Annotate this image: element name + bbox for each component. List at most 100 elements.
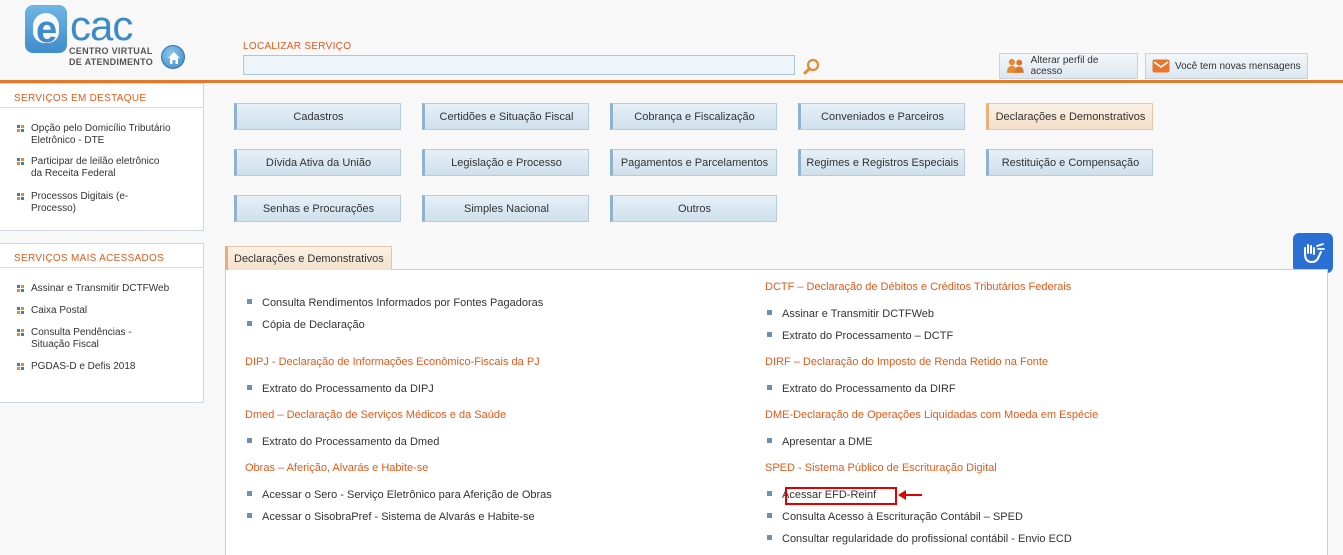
sidebar-item-label: Assinar e Transmitir DCTFWeb bbox=[31, 283, 170, 294]
link-consulta-sped[interactable]: Consulta Acesso à Escrituração Contábil … bbox=[767, 511, 1023, 523]
logo-subtitle-line2: DE ATENDIMENTO bbox=[69, 57, 154, 67]
header: e cac CENTRO VIRTUAL DE ATENDIMENTO LOCA… bbox=[0, 0, 1343, 82]
grid-bullet-icon bbox=[17, 158, 25, 166]
divider bbox=[0, 267, 204, 268]
link-label: Acessar o Sero - Serviço Eletrônico para… bbox=[262, 489, 552, 501]
category-conveniados[interactable]: Conveniados e Parceiros bbox=[798, 103, 965, 130]
category-senhas[interactable]: Senhas e Procurações bbox=[234, 195, 401, 222]
panel-tab: Declarações e Demonstrativos bbox=[225, 246, 392, 270]
category-legislacao[interactable]: Legislação e Processo bbox=[422, 149, 589, 176]
most-accessed-box: SERVIÇOS MAIS ACESSADOS Assinar e Transm… bbox=[0, 243, 204, 403]
grid-bullet-icon bbox=[17, 307, 25, 315]
messages-button[interactable]: Você tem novas mensagens bbox=[1145, 53, 1308, 79]
sidebar-item-processos[interactable]: Processos Digitais (e- Processo) bbox=[17, 191, 197, 215]
link-consulta-rendimentos[interactable]: Consulta Rendimentos Informados por Font… bbox=[247, 297, 543, 309]
sidebar-item-label: PGDAS-D e Defis 2018 bbox=[31, 361, 136, 372]
sidebar-item-dte[interactable]: Opção pelo Domicílio Tributário Eletrônic… bbox=[17, 123, 197, 147]
sidebar-item-label: Consulta Pendências - Situação Fiscal bbox=[31, 327, 132, 350]
link-extrato-dirf[interactable]: Extrato do Processamento da DIRF bbox=[767, 383, 956, 395]
link-label: Extrato do Processamento – DCTF bbox=[782, 330, 954, 342]
bullet-icon bbox=[247, 512, 252, 518]
category-cadastros[interactable]: Cadastros bbox=[234, 103, 401, 130]
link-extrato-dctf[interactable]: Extrato do Processamento – DCTF bbox=[767, 330, 953, 342]
change-profile-button[interactable]: Alterar perfil de acesso bbox=[999, 53, 1138, 79]
divider bbox=[0, 107, 204, 108]
sidebar-item-dctfweb[interactable]: Assinar e Transmitir DCTFWeb bbox=[17, 283, 197, 295]
link-label: Apresentar a DME bbox=[782, 436, 873, 448]
accessibility-button[interactable] bbox=[1293, 233, 1333, 273]
link-apresentar-dme[interactable]: Apresentar a DME bbox=[767, 436, 872, 448]
most-accessed-title: SERVIÇOS MAIS ACESSADOS bbox=[14, 253, 165, 264]
search-icon[interactable] bbox=[803, 58, 821, 76]
arrow-left-icon bbox=[898, 490, 922, 500]
grid-bullet-icon bbox=[17, 125, 25, 133]
bullet-icon bbox=[247, 320, 252, 326]
bullet-icon bbox=[767, 331, 772, 337]
grid-bullet-icon bbox=[17, 285, 25, 293]
sidebar-item-label: Opção pelo Domicílio Tributário Eletrônic… bbox=[31, 123, 171, 146]
link-label: Acessar o SisobraPref - Sistema de Alvar… bbox=[262, 511, 535, 523]
category-divida-ativa[interactable]: Dívida Ativa da União bbox=[234, 149, 401, 176]
section-title-dirf: DIRF – Declaração do Imposto de Renda Re… bbox=[765, 356, 1049, 368]
section-title-dctf: DCTF – Declaração de Débitos e Créditos … bbox=[765, 281, 1072, 293]
featured-services-box: SERVIÇOS EM DESTAQUE Opção pelo Domicíli… bbox=[0, 83, 204, 231]
bullet-icon bbox=[767, 384, 772, 390]
sidebar-item-leilao[interactable]: Participar de leilão eletrônico da Receit… bbox=[17, 156, 197, 180]
section-title-dmed: Dmed – Declaração de Serviços Médicos e … bbox=[245, 409, 507, 421]
section-title-dipj: DIPJ - Declaração de Informações Econômi… bbox=[245, 356, 540, 368]
link-extrato-dmed[interactable]: Extrato do Processamento da Dmed bbox=[247, 436, 439, 448]
link-label: Consultar regularidade do profissional c… bbox=[782, 533, 1072, 545]
sign-language-icon bbox=[1304, 243, 1325, 264]
link-label: Extrato do Processamento da DIPJ bbox=[262, 383, 434, 395]
category-declaracoes[interactable]: Declarações e Demonstrativos bbox=[986, 103, 1153, 130]
sidebar-item-label: Processos Digitais (e- Processo) bbox=[31, 191, 129, 214]
bullet-icon bbox=[767, 437, 772, 443]
category-cobranca[interactable]: Cobrança e Fiscalização bbox=[610, 103, 777, 130]
people-icon bbox=[1006, 58, 1024, 73]
category-outros[interactable]: Outros bbox=[610, 195, 777, 222]
link-label: Assinar e Transmitir DCTFWeb bbox=[782, 308, 934, 320]
link-extrato-dipj[interactable]: Extrato do Processamento da DIPJ bbox=[247, 383, 434, 395]
bullet-icon bbox=[767, 490, 772, 496]
link-label: Cópia de Declaração bbox=[262, 319, 365, 331]
grid-bullet-icon bbox=[17, 329, 25, 337]
featured-services-title: SERVIÇOS EM DESTAQUE bbox=[14, 93, 147, 104]
section-title-sped: SPED - Sistema Público de Escrituração D… bbox=[765, 462, 997, 474]
link-dctfweb[interactable]: Assinar e Transmitir DCTFWeb bbox=[767, 308, 934, 320]
link-label: Consulta Rendimentos Informados por Font… bbox=[262, 297, 544, 309]
category-simples[interactable]: Simples Nacional bbox=[422, 195, 589, 222]
search-input[interactable] bbox=[243, 55, 795, 75]
home-button[interactable] bbox=[161, 45, 185, 69]
messages-label: Você tem novas mensagens bbox=[1175, 60, 1301, 72]
sidebar-item-label: Participar de leilão eletrônico da Receit… bbox=[31, 156, 160, 179]
search-label: LOCALIZAR SERVIÇO bbox=[243, 41, 352, 52]
section-title-obras: Obras – Aferição, Alvarás e Habite-se bbox=[245, 462, 429, 474]
envelope-icon bbox=[1152, 59, 1170, 73]
section-title-dme: DME-Declaração de Operações Liquidadas c… bbox=[765, 409, 1099, 421]
bullet-icon bbox=[247, 298, 252, 304]
logo-subtitle-line1: CENTRO VIRTUAL bbox=[69, 46, 153, 56]
grid-bullet-icon bbox=[17, 363, 25, 371]
logo-brand: cac bbox=[70, 2, 133, 49]
category-certidoes[interactable]: Certidões e Situação Fiscal bbox=[422, 103, 589, 130]
sidebar-item-caixa-postal[interactable]: Caixa Postal bbox=[17, 305, 197, 317]
change-profile-label: Alterar perfil de acesso bbox=[1030, 55, 1099, 77]
link-label: Extrato do Processamento da DIRF bbox=[782, 383, 956, 395]
link-sero[interactable]: Acessar o Sero - Serviço Eletrônico para… bbox=[247, 489, 552, 501]
category-pagamentos[interactable]: Pagamentos e Parcelamentos bbox=[610, 149, 777, 176]
sidebar-item-pendencias[interactable]: Consulta Pendências - Situação Fiscal bbox=[17, 327, 197, 351]
ecac-logo[interactable]: e cac CENTRO VIRTUAL DE ATENDIMENTO bbox=[25, 2, 175, 75]
page: e cac CENTRO VIRTUAL DE ATENDIMENTO LOCA… bbox=[0, 0, 1343, 555]
category-regimes[interactable]: Regimes e Registros Especiais bbox=[798, 149, 965, 176]
link-regularidade-ecd[interactable]: Consultar regularidade do profissional c… bbox=[767, 533, 1072, 545]
link-sisobrapref[interactable]: Acessar o SisobraPref - Sistema de Alvar… bbox=[247, 511, 535, 523]
bullet-icon bbox=[247, 437, 252, 443]
home-icon bbox=[168, 52, 180, 64]
category-restituicao[interactable]: Restituição e Compensação bbox=[986, 149, 1153, 176]
grid-bullet-icon bbox=[17, 193, 25, 201]
bullet-icon bbox=[767, 512, 772, 518]
sidebar-item-pgdas[interactable]: PGDAS-D e Defis 2018 bbox=[17, 361, 197, 373]
link-copia-declaracao[interactable]: Cópia de Declaração bbox=[247, 319, 365, 331]
highlight-box bbox=[785, 487, 897, 505]
link-label: Extrato do Processamento da Dmed bbox=[262, 436, 440, 448]
